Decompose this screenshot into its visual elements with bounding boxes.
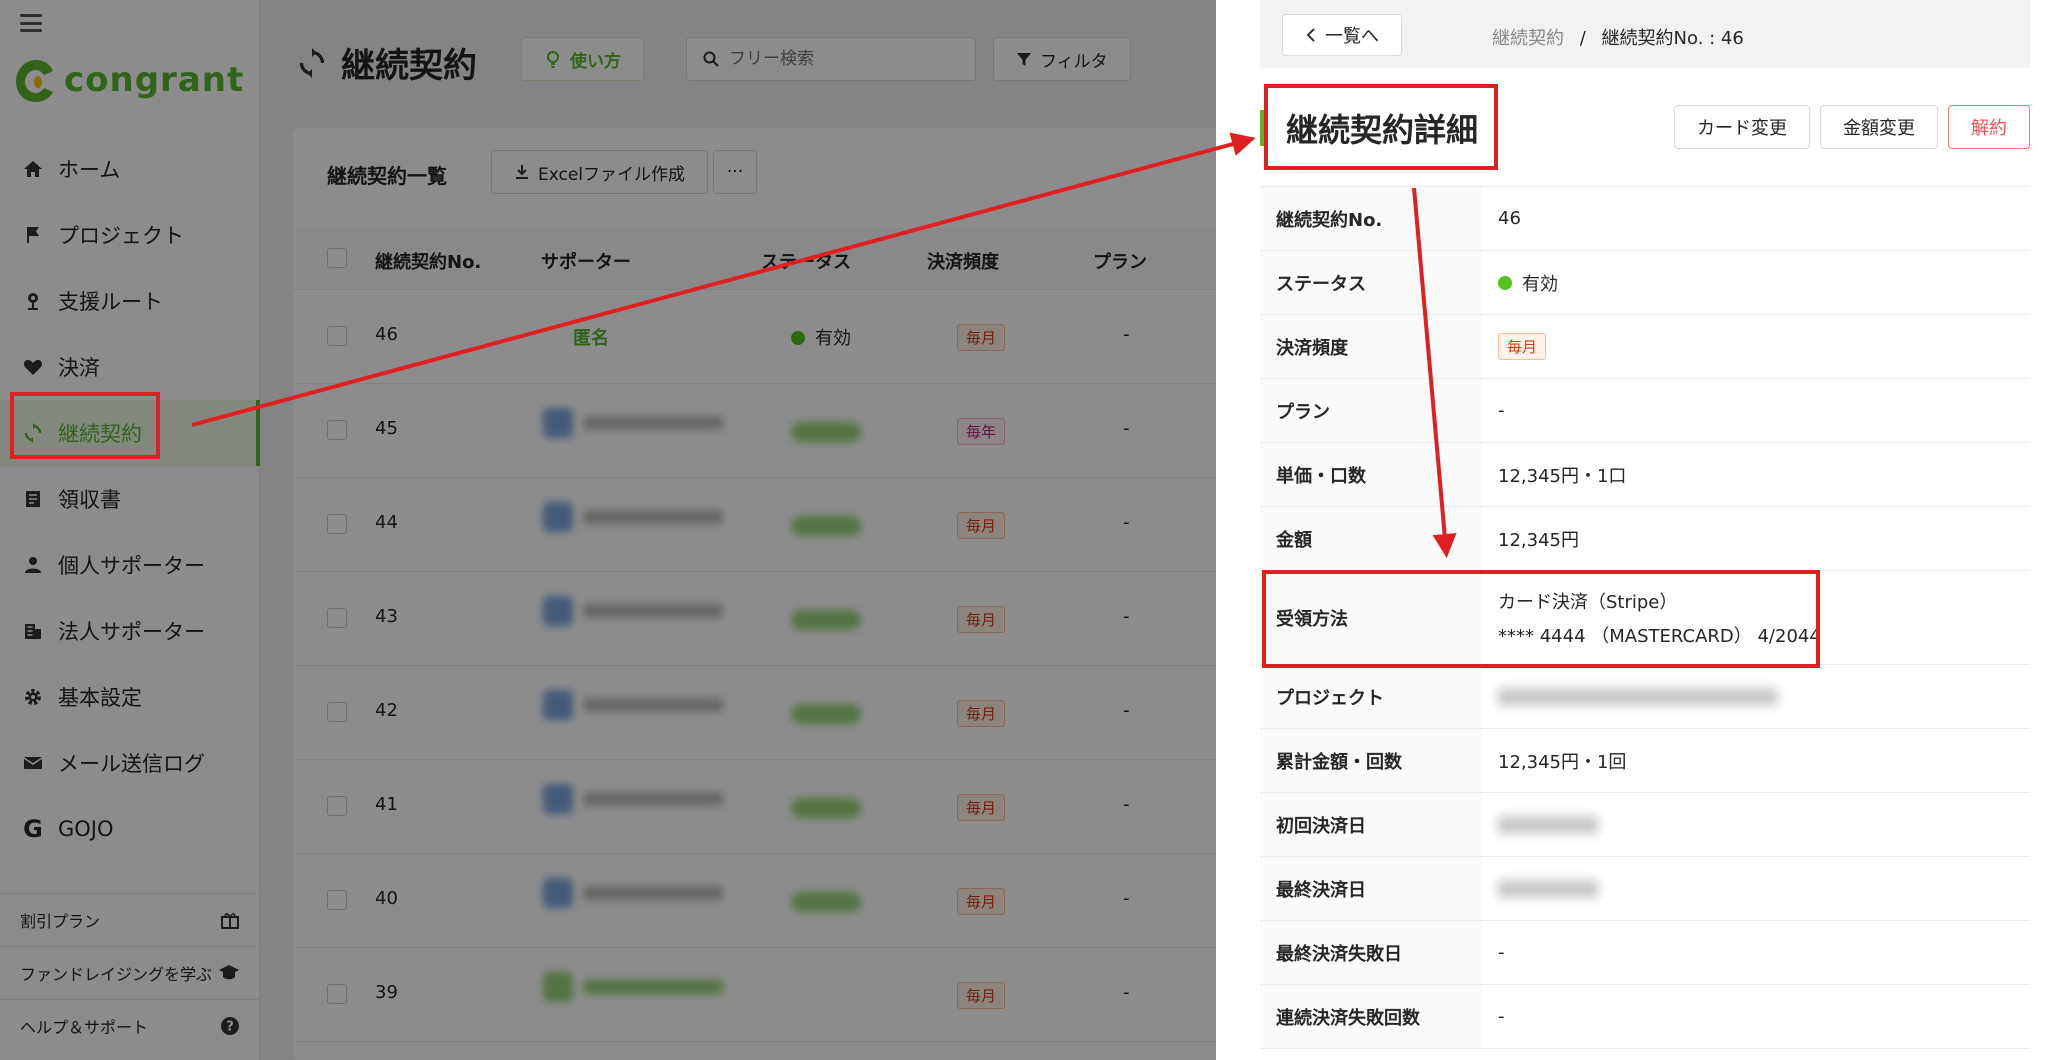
detail-value: 12,345円 — [1498, 529, 1579, 551]
detail-label: 単価・口数 — [1260, 443, 1482, 506]
detail-row: 累計金額・回数 12,345円・1回 — [1260, 729, 2030, 793]
detail-label: 最終決済失敗日 — [1260, 921, 1482, 984]
detail-row: ステータス 有効 — [1260, 251, 2030, 315]
status-text: 有効 — [1522, 273, 1558, 295]
detail-value: 12,345円・1回 — [1498, 751, 1627, 773]
highlight-box-title — [1264, 84, 1498, 170]
breadcrumb-parent[interactable]: 継続契約 — [1492, 28, 1564, 49]
detail-row: 初回決済日 — [1260, 793, 2030, 857]
detail-label: 累計金額・回数 — [1260, 729, 1482, 792]
detail-value-blurred — [1482, 793, 2030, 856]
detail-value: 毎月 — [1482, 315, 2030, 378]
detail-row: 金額 12,345円 — [1260, 507, 2030, 571]
detail-label: 連続決済失敗回数 — [1260, 985, 1482, 1048]
detail-row: 連続決済失敗回数 - — [1260, 985, 2030, 1049]
breadcrumb: 継続契約 / 継続契約No. : 46 — [1492, 24, 1744, 50]
detail-label: 最終決済日 — [1260, 857, 1482, 920]
detail-row: プラン - — [1260, 379, 2030, 443]
cancel-contract-button[interactable]: 解約 — [1948, 105, 2030, 149]
detail-label: 初回決済日 — [1260, 793, 1482, 856]
card-change-button[interactable]: カード変更 — [1674, 105, 1810, 149]
chevron-left-icon — [1306, 28, 1315, 42]
detail-value-blurred[interactable] — [1482, 665, 2030, 728]
detail-value: 12,345円・1口 — [1498, 465, 1627, 487]
detail-label: 継続契約No. — [1260, 187, 1482, 250]
detail-row: 決済頻度 毎月 — [1260, 315, 2030, 379]
status-dot — [1498, 275, 1512, 290]
highlight-box-sidebar — [10, 392, 160, 459]
detail-label: ステータス — [1260, 251, 1482, 314]
amount-change-button[interactable]: 金額変更 — [1820, 105, 1938, 149]
detail-value: - — [1498, 1006, 1505, 1027]
modal-overlay[interactable] — [0, 0, 1216, 1060]
breadcrumb-current: 継続契約No. : 46 — [1601, 28, 1744, 49]
detail-row: 継続契約No. 46 — [1260, 187, 2030, 251]
back-button-label: 一覧へ — [1325, 26, 1379, 47]
back-to-list-button[interactable]: 一覧へ — [1282, 14, 1402, 56]
breadcrumb-bar: 一覧へ 継続契約 / 継続契約No. : 46 — [1260, 0, 2030, 68]
frequency-tag: 毎月 — [1498, 333, 1547, 360]
detail-label: プロジェクト — [1260, 665, 1482, 728]
detail-value: - — [1498, 400, 1505, 421]
detail-label: プラン — [1260, 379, 1482, 442]
detail-value: - — [1498, 942, 1505, 963]
detail-row: 最終決済失敗日 - — [1260, 921, 2030, 985]
detail-row: プロジェクト — [1260, 665, 2030, 729]
drawer-actions: カード変更 金額変更 解約 — [1674, 105, 2030, 149]
detail-label: 金額 — [1260, 507, 1482, 570]
detail-value: 46 — [1498, 208, 1521, 229]
detail-row: 最終決済日 — [1260, 857, 2030, 921]
detail-row: 単価・口数 12,345円・1口 — [1260, 443, 2030, 507]
detail-value: 有効 — [1482, 251, 2030, 314]
breadcrumb-separator: / — [1579, 28, 1586, 49]
highlight-box-payment-method — [1262, 570, 1820, 668]
detail-label: 決済頻度 — [1260, 315, 1482, 378]
detail-value-blurred — [1482, 857, 2030, 920]
